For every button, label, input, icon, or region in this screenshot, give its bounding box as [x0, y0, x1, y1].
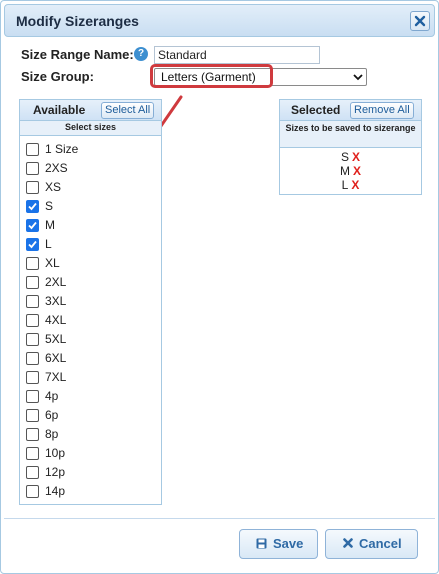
size-option-label: 5XL [45, 332, 67, 346]
modify-sizeranges-dialog: Modify Sizeranges Size Range Name: ? Siz… [0, 0, 439, 574]
size-option-label: 4p [45, 389, 59, 403]
size-checkbox[interactable] [26, 352, 39, 365]
size-option-label: 2XL [45, 275, 67, 289]
size-option-label: XS [45, 180, 62, 194]
dialog-title: Modify Sizeranges [16, 13, 139, 29]
save-button[interactable]: Save [239, 529, 318, 559]
selected-title: Selected [291, 103, 341, 117]
remove-size-button[interactable]: X [353, 164, 361, 178]
selected-size-label: L [341, 178, 349, 192]
close-x-icon [414, 15, 426, 27]
save-label: Save [273, 536, 304, 551]
size-checkbox[interactable] [26, 276, 39, 289]
selected-size-item: SX [280, 150, 421, 164]
size-option-label: M [45, 218, 55, 232]
annotation-highlight-box [150, 64, 273, 88]
size-option-label: 1 Size [45, 142, 79, 156]
remove-size-button[interactable]: X [351, 178, 359, 192]
size-option-label: S [45, 199, 54, 213]
check-icon [28, 240, 37, 249]
size-option-label: 7XL [45, 370, 67, 384]
selected-size-item: MX [280, 164, 421, 178]
size-checkbox[interactable] [26, 314, 39, 327]
size-checkbox-checked[interactable] [26, 219, 39, 232]
chevron-down-icon [353, 74, 363, 81]
available-title: Available [33, 103, 86, 117]
size-group-label: Size Group: [21, 69, 94, 84]
size-option-label: 8p [45, 427, 59, 441]
size-checkbox[interactable] [26, 466, 39, 479]
size-option-label: L [45, 237, 52, 251]
size-option-label: 2XS [45, 161, 68, 175]
size-range-name-label: Size Range Name: [21, 47, 134, 62]
check-icon [28, 202, 37, 211]
size-checkbox-checked[interactable] [26, 238, 39, 251]
size-checkbox[interactable] [26, 409, 39, 422]
size-checkbox[interactable] [26, 333, 39, 346]
check-icon [28, 221, 37, 230]
size-option-label: XL [45, 256, 60, 270]
remove-all-button[interactable]: Remove All [350, 102, 414, 119]
selected-subtitle: Sizes to be saved to sizerange [280, 121, 421, 148]
size-option-label: 4XL [45, 313, 67, 327]
selected-size-label: S [340, 150, 349, 164]
size-checkbox-checked[interactable] [26, 200, 39, 213]
size-checkbox[interactable] [26, 181, 39, 194]
size-option-label: 6p [45, 408, 59, 422]
cancel-button[interactable]: Cancel [325, 529, 418, 559]
size-option-label: 10p [45, 446, 66, 460]
selected-panel: Selected Remove All Sizes to be saved to… [279, 99, 422, 195]
cancel-label: Cancel [359, 536, 402, 551]
floppy-disk-icon [256, 538, 267, 549]
size-checkbox[interactable] [26, 371, 39, 384]
available-subtitle: Select sizes [20, 121, 161, 136]
remove-size-button[interactable]: X [352, 150, 360, 164]
dialog-titlebar: Modify Sizeranges [4, 4, 435, 37]
available-panel: Available Select All Select sizes 1 Size… [19, 99, 162, 505]
close-icon [343, 538, 353, 548]
size-checkbox[interactable] [26, 447, 39, 460]
selected-size-label: M [339, 164, 350, 178]
help-icon[interactable]: ? [134, 47, 148, 61]
size-option-label: 6XL [45, 351, 67, 365]
size-checkbox[interactable] [26, 428, 39, 441]
size-option-label: 12p [45, 465, 66, 479]
size-checkbox[interactable] [26, 390, 39, 403]
size-checkbox[interactable] [26, 485, 39, 498]
footer-divider [4, 518, 435, 519]
selected-panel-header: Selected Remove All [280, 100, 421, 121]
size-option-label: 14p [45, 484, 66, 498]
size-checkbox[interactable] [26, 143, 39, 156]
size-range-name-input[interactable] [154, 46, 320, 64]
selected-size-item: LX [280, 178, 421, 192]
available-panel-header: Available Select All [20, 100, 161, 121]
select-all-button[interactable]: Select All [101, 102, 155, 119]
size-checkbox[interactable] [26, 295, 39, 308]
size-checkbox[interactable] [26, 162, 39, 175]
close-button[interactable] [410, 11, 430, 31]
size-option-label: 3XL [45, 294, 67, 308]
size-checkbox[interactable] [26, 257, 39, 270]
